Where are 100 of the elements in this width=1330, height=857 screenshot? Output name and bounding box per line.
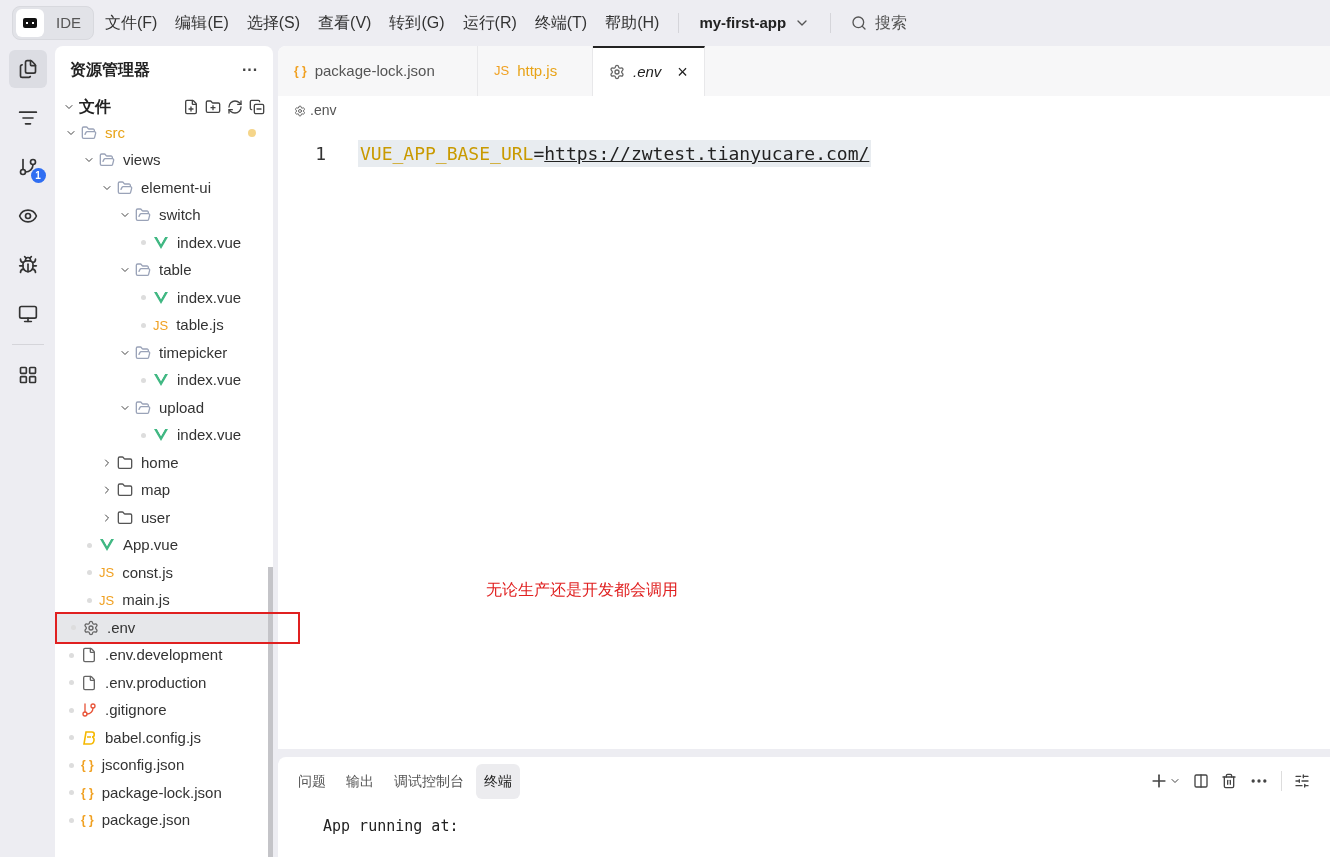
folder-icon	[81, 124, 97, 141]
file-row[interactable]: { } jsconfig.json	[55, 751, 268, 779]
ide-logo[interactable]: IDE	[12, 6, 94, 40]
file-row[interactable]: babel.config.js	[55, 724, 268, 752]
file-row[interactable]: .env.development	[55, 641, 268, 669]
file-icon	[81, 647, 97, 664]
file-icon	[81, 674, 97, 691]
file-name: index.vue	[177, 370, 242, 390]
gear-icon	[294, 104, 306, 117]
menu-item[interactable]: 终端(T)	[527, 11, 595, 35]
grid-icon	[17, 365, 38, 385]
terminal-line: App running at:	[323, 816, 460, 837]
file-row[interactable]: { } package.json	[55, 806, 268, 834]
search-input[interactable]: 搜索	[875, 11, 996, 35]
folder-icon	[117, 509, 133, 526]
file-row[interactable]: App.vue	[55, 531, 268, 559]
folder-row[interactable]: home	[55, 449, 268, 477]
file-row[interactable]: index.vue	[55, 421, 268, 449]
file-name: jsconfig.json	[101, 755, 185, 775]
panel-tab[interactable]: 终端	[476, 763, 520, 799]
file-name: main.js	[122, 590, 170, 610]
scrollbar[interactable]	[268, 567, 273, 857]
file-row[interactable]: { } package-lock.json	[55, 779, 268, 807]
panel-tab[interactable]: 调试控制台	[386, 763, 472, 799]
file-row[interactable]: JS main.js	[55, 586, 268, 614]
panel-tab[interactable]: 输出	[338, 763, 382, 799]
js-icon: JS	[153, 315, 169, 335]
file-name: index.vue	[177, 425, 242, 445]
editor-tab[interactable]: .env ×	[593, 46, 705, 96]
menu-item[interactable]: 帮助(H)	[598, 11, 667, 35]
js-icon: JS	[99, 590, 115, 610]
menu-item[interactable]: 查看(V)	[311, 11, 379, 35]
new-file-icon[interactable]	[183, 98, 199, 115]
file-name: package.json	[101, 810, 191, 830]
braces-icon: { }	[81, 811, 94, 830]
file-name: src	[105, 122, 125, 143]
file-row[interactable]: .env	[57, 614, 268, 642]
refresh-icon[interactable]	[227, 98, 243, 115]
file-row[interactable]: JS table.js	[55, 311, 268, 339]
bug-icon	[17, 255, 38, 275]
menu-item[interactable]: 选择(S)	[239, 11, 308, 35]
activity-button[interactable]	[8, 50, 47, 88]
file-name: table	[159, 260, 192, 280]
menu-item[interactable]: 运行(R)	[455, 11, 524, 35]
folder-icon	[135, 207, 151, 224]
folder-row[interactable]: map	[55, 476, 268, 504]
collapse-icon[interactable]	[249, 98, 265, 115]
file-row[interactable]: index.vue	[55, 284, 268, 312]
breadcrumb[interactable]: .env	[310, 100, 337, 121]
vue-icon	[153, 289, 169, 306]
file-row[interactable]: JS const.js	[55, 559, 268, 587]
gear-icon	[83, 619, 99, 636]
file-row[interactable]: index.vue	[55, 366, 268, 394]
annotation-text: 无论生产还是开发都会调用	[486, 580, 678, 600]
file-row[interactable]: .gitignore	[55, 696, 268, 724]
folder-icon	[135, 344, 151, 361]
menu-item[interactable]: 转到(G)	[382, 11, 452, 35]
file-name: index.vue	[177, 232, 242, 253]
monitor-icon	[17, 304, 38, 324]
more-button[interactable]: ···	[242, 58, 258, 82]
file-row[interactable]: .env.production	[55, 669, 268, 697]
folder-row[interactable]: switch	[55, 201, 268, 229]
folder-row[interactable]: table	[55, 256, 268, 284]
folder-icon	[117, 482, 133, 499]
folder-row[interactable]: timepicker	[55, 339, 268, 367]
search-field[interactable]: 搜索	[843, 11, 1004, 35]
project-selector[interactable]: my-first-app	[691, 11, 819, 35]
settings-icon[interactable]	[1294, 773, 1310, 789]
editor-tab[interactable]: { } package-lock.json	[278, 46, 478, 96]
folder-icon	[135, 399, 151, 416]
split-icon[interactable]	[1193, 773, 1209, 789]
panel-tab[interactable]: 问题	[290, 763, 334, 799]
tab-label: package-lock.json	[314, 60, 435, 81]
logo-label: IDE	[56, 12, 81, 33]
line-number: 1	[314, 141, 327, 166]
menu-item[interactable]: 编辑(E)	[168, 11, 236, 35]
folder-row[interactable]: user	[55, 504, 268, 532]
file-row[interactable]: index.vue	[55, 229, 268, 257]
file-name: .gitignore	[105, 700, 167, 720]
menu-item[interactable]: 文件(F)	[98, 11, 165, 35]
logo-icon	[22, 15, 38, 31]
babel-icon	[81, 729, 97, 746]
folder-icon	[99, 152, 115, 169]
close-button[interactable]: ×	[677, 58, 688, 86]
folder-row[interactable]: upload	[55, 394, 268, 422]
js-icon: JS	[99, 563, 115, 583]
count-badge: 1	[30, 168, 46, 183]
folder-icon	[135, 262, 151, 279]
trash-icon[interactable]	[1221, 773, 1237, 789]
eye-icon	[17, 206, 38, 226]
branch-icon	[17, 157, 38, 177]
file-name: upload	[159, 397, 205, 418]
new-folder-icon[interactable]	[205, 98, 221, 115]
file-name: views	[123, 150, 161, 170]
file-name: App.vue	[123, 535, 179, 555]
file-name: home	[141, 452, 179, 473]
braces-icon: { }	[81, 756, 94, 775]
panel-title: 资源管理器	[70, 60, 150, 80]
activity-button[interactable]: 1	[8, 148, 47, 186]
files-icon	[17, 59, 38, 79]
